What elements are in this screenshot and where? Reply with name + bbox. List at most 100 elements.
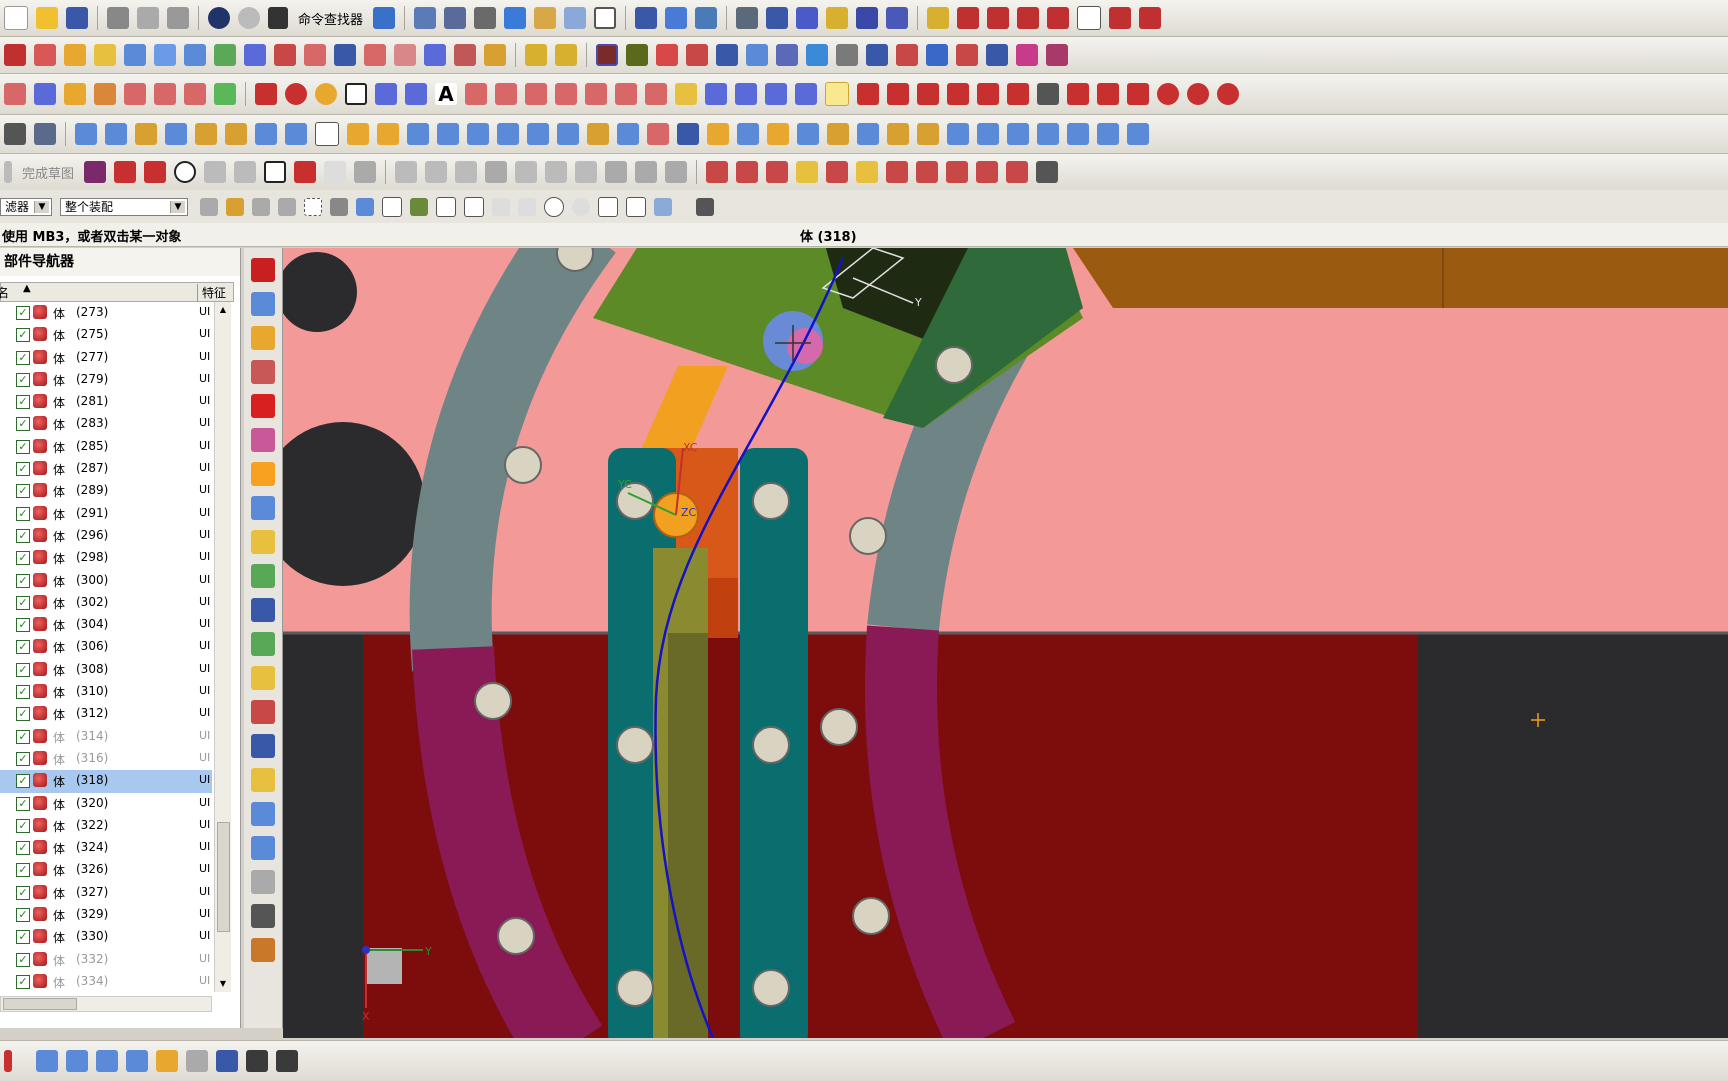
emboss-icon[interactable] [497,123,519,145]
pattern-sketch-icon[interactable] [545,161,568,183]
sketch-circle-icon[interactable] [174,161,197,183]
simulation-tab-icon[interactable] [251,836,275,860]
sphere-icon[interactable] [165,123,187,145]
sketch-fillet-icon[interactable] [204,161,227,183]
align-icon[interactable] [766,161,789,183]
tree-row[interactable]: ✓ 体 (332) UI [0,949,212,971]
measure-tab-icon[interactable] [251,734,275,758]
undo-icon[interactable] [208,7,230,29]
project-curve-icon[interactable] [675,83,697,105]
tree-row[interactable]: ✓ 体 (322) UI [0,815,212,837]
hole-icon[interactable] [64,44,86,66]
system-scenes-tab-icon[interactable] [251,632,275,656]
sketch-line-icon[interactable] [114,161,137,183]
join-curve-icon[interactable] [917,83,939,105]
profile-icon[interactable] [84,161,107,183]
replace-face-icon[interactable] [857,123,879,145]
delete-face-icon[interactable] [887,123,909,145]
unbend-icon[interactable] [184,83,206,105]
visibility-checkbox[interactable]: ✓ [16,462,30,477]
layer-category-icon[interactable] [156,1050,178,1072]
snap-intersect-icon[interactable] [464,196,484,217]
tree-row[interactable]: ✓ 体 (304) UI [0,614,212,636]
render-style-icon[interactable] [474,7,497,29]
offset-sketch-icon[interactable] [515,161,538,183]
select-icon[interactable] [373,7,396,29]
tree-row[interactable]: ✓ 体 (334) UI [0,971,212,993]
snap-endpoint-icon[interactable] [382,196,402,217]
cone-icon[interactable] [135,123,157,145]
arc-icon[interactable] [285,83,307,105]
sheet-icon[interactable] [1077,6,1102,30]
palette-icon[interactable] [214,83,236,105]
tool-icon[interactable] [826,7,849,29]
patch-icon[interactable] [737,123,759,145]
distance-constraint-icon[interactable] [796,161,819,183]
wcs-icon[interactable] [564,7,587,29]
assembly-constraint-icon[interactable] [706,161,729,183]
unite-icon[interactable] [255,123,277,145]
circle-point-icon[interactable] [315,83,337,105]
tree-row[interactable]: ✓ 体 (283) UI [0,413,212,435]
model-view[interactable]: XC YC ZC Y Y X [283,248,1728,1038]
sketch-arc-icon[interactable] [144,161,167,183]
visibility-checkbox[interactable]: ✓ [16,551,30,566]
scale-curve-icon[interactable] [977,83,999,105]
ellipse-icon[interactable] [405,83,427,105]
process-studio-tab-icon[interactable] [251,530,275,554]
tree-row[interactable]: ✓ 体 (329) UI [0,904,212,926]
copy-icon[interactable] [137,7,159,29]
extrude-icon[interactable] [4,44,26,66]
redo-icon[interactable] [238,7,260,29]
trim-icon[interactable] [957,7,980,29]
visibility-checkbox[interactable]: ✓ [16,417,30,432]
palette-tab-icon[interactable] [251,666,275,690]
column-name-header[interactable]: 名 [0,284,9,301]
visibility-checkbox[interactable]: ✓ [16,885,30,900]
delete-body-icon[interactable] [1067,123,1089,145]
explode-icon[interactable] [1036,161,1059,183]
tree-row[interactable]: ✓ 体 (312) UI [0,703,212,725]
sketch-polygon-icon[interactable] [354,161,377,183]
quick-trim-icon[interactable] [395,161,418,183]
visibility-checkbox[interactable]: ✓ [16,818,30,833]
constraint-icon[interactable] [766,7,789,29]
annotation-icon[interactable] [216,1050,238,1072]
offset-curve-icon[interactable] [615,83,637,105]
assembly-navigator-tab-icon[interactable] [251,292,275,316]
visibility-checkbox[interactable]: ✓ [16,774,30,789]
tree-row[interactable]: ✓ 体 (310) UI [0,681,212,703]
view-orient-icon[interactable] [716,44,738,66]
split-curve-icon[interactable] [887,83,909,105]
ruler-icon[interactable] [886,7,909,29]
wrap-curve-icon[interactable] [795,83,817,105]
smooth-curve-icon[interactable] [947,83,969,105]
datum-csys-icon[interactable] [96,1050,118,1072]
reuse-library-tab-icon[interactable] [251,360,275,384]
chart-icon[interactable] [776,44,798,66]
tree-row[interactable]: ✓ 体 (279) UI [0,369,212,391]
table-icon[interactable] [746,44,768,66]
rib-icon[interactable] [225,123,247,145]
visibility-checkbox[interactable]: ✓ [16,573,30,588]
grid-snap-icon[interactable] [1016,44,1038,66]
circle-3pt-icon[interactable] [1187,83,1209,105]
circle-tangent-icon[interactable] [1217,83,1239,105]
pocket-icon[interactable] [377,123,399,145]
shield-icon[interactable] [956,44,978,66]
visibility-checkbox[interactable]: ✓ [16,908,30,923]
bridge-curve-icon[interactable] [645,83,667,105]
visibility-checkbox[interactable]: ✓ [16,306,30,320]
filter-dropdown[interactable]: 滤器 ▼ [0,197,52,216]
pull-face-icon[interactable] [1037,123,1059,145]
measure-icon[interactable] [665,7,688,29]
visibility-checkbox[interactable]: ✓ [16,439,30,454]
dart-icon[interactable] [587,123,609,145]
lasso-icon[interactable] [278,197,296,216]
new-component-icon[interactable] [555,44,577,66]
add-component-icon[interactable] [525,44,547,66]
fit-icon[interactable] [806,44,828,66]
section-curve-icon[interactable] [735,83,757,105]
auto-constrain-icon[interactable] [635,161,658,183]
offset-icon[interactable] [1017,7,1040,29]
